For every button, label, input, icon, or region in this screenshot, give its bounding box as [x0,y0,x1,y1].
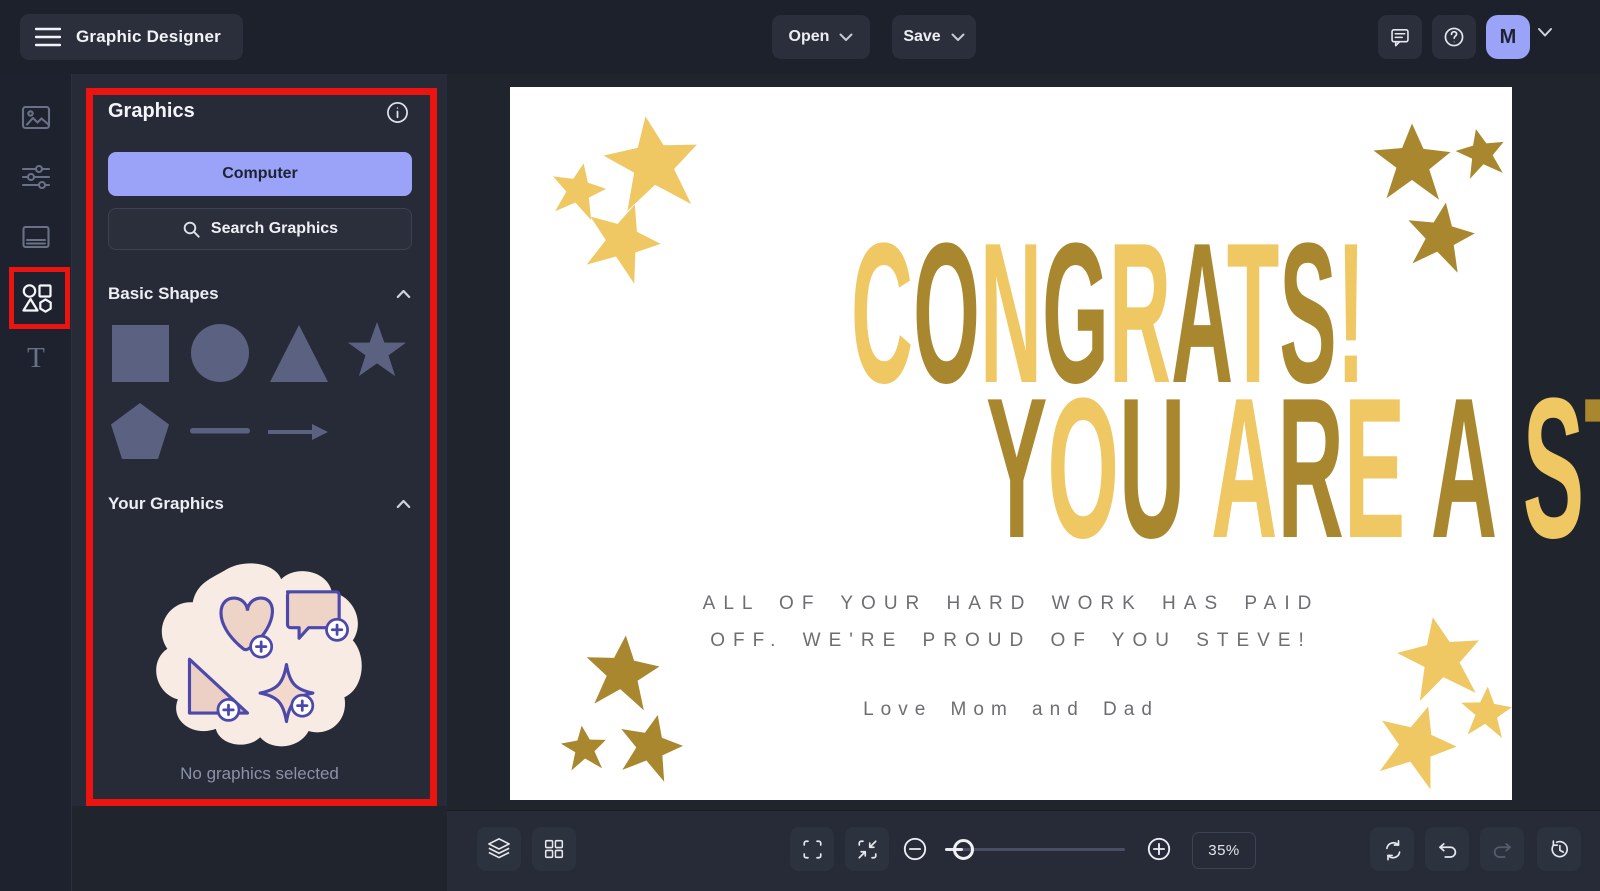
star-graphic[interactable] [1450,122,1512,184]
avatar-initial: M [1500,26,1517,49]
zoom-in-button[interactable] [1145,835,1173,863]
history-button[interactable] [1537,827,1581,871]
open-button[interactable]: Open [772,15,870,59]
body-text[interactable]: ALL OF YOUR HARD WORK HAS PAID OFF. WE'R… [510,585,1512,659]
feedback-button[interactable] [1378,15,1422,59]
fit-screen-icon [854,836,881,863]
headline-line2[interactable]: YOU ARE A STAR! [510,369,1512,569]
zoom-out-icon [902,836,928,862]
shape-pentagon[interactable] [108,401,172,463]
layers-icon [485,835,513,863]
computer-button-label: Computer [222,165,298,183]
undo-icon [1434,836,1461,863]
sidebar-item-text[interactable]: T [18,339,54,375]
grid-icon [541,836,567,862]
zoom-level-display[interactable]: 35% [1192,832,1256,869]
star-graphic[interactable] [558,722,611,775]
text-icon: T [18,339,54,375]
sidebar-item-adjust[interactable] [18,159,54,195]
app-brand: Graphic Designer [20,14,243,60]
save-button[interactable]: Save [892,15,976,59]
tool-rail: T [0,74,72,891]
undo-button[interactable] [1425,827,1469,871]
chevron-up-icon [396,499,411,509]
sidebar-item-shapes[interactable] [18,280,54,316]
chevron-down-icon [839,33,853,42]
refresh-button[interactable] [1370,827,1414,871]
account-chevron-down-icon[interactable] [1537,27,1553,38]
history-icon [1546,836,1573,863]
image-icon [18,99,54,135]
avatar[interactable]: M [1486,15,1530,59]
open-button-label: Open [789,28,830,46]
shapes-icon [18,280,54,316]
body-text-line1: ALL OF YOUR HARD WORK HAS PAID [510,585,1512,622]
empty-graphics-text: No graphics selected [72,764,447,784]
panel-title: Graphics [108,100,195,123]
sliders-icon [18,159,54,195]
zoom-out-button[interactable] [901,835,929,863]
shape-line[interactable] [190,428,250,434]
basic-shapes-title: Basic Shapes [108,284,219,304]
empty-graphics-illustration [138,556,378,751]
redo-button[interactable] [1480,827,1524,871]
shape-arrow[interactable] [268,422,328,442]
redo-icon [1489,836,1516,863]
chevron-down-icon [951,33,965,42]
search-graphics-label: Search Graphics [211,220,338,238]
search-icon [182,220,201,239]
your-graphics-title: Your Graphics [108,494,224,514]
signature-text[interactable]: Love Mom and Dad [510,699,1512,721]
help-button[interactable] [1432,15,1476,59]
design-canvas[interactable]: CONGRATS! YOU ARE A STAR! ALL OF YOUR HA… [510,87,1512,800]
zoom-slider-knob[interactable] [953,839,974,860]
top-bar: Graphic Designer Open Save M [0,0,1600,74]
computer-button[interactable]: Computer [108,152,412,196]
save-button-label: Save [903,28,940,46]
shape-star[interactable] [345,320,409,384]
menu-icon[interactable] [34,23,62,51]
layout-icon [18,219,54,255]
svg-text:T: T [27,342,45,374]
refresh-icon [1379,836,1406,863]
canvas-toolbar: 35% [447,810,1600,891]
info-icon[interactable] [386,101,409,124]
sidebar-item-images[interactable] [18,99,54,135]
layers-button[interactable] [477,827,521,871]
basic-shapes-header[interactable]: Basic Shapes [108,283,411,305]
star-graphic[interactable] [1371,121,1453,203]
your-graphics-header[interactable]: Your Graphics [108,493,411,515]
fullscreen-button[interactable] [790,827,834,871]
help-icon [1440,23,1468,51]
fit-to-screen-button[interactable] [845,827,889,871]
zoom-slider[interactable] [945,848,1125,851]
chevron-up-icon [396,289,411,299]
sidebar-item-layout[interactable] [18,219,54,255]
app-title: Graphic Designer [76,27,221,47]
search-graphics-button[interactable]: Search Graphics [108,208,412,250]
zoom-in-icon [1146,836,1172,862]
comment-icon [1387,24,1413,50]
canvas-stage: CONGRATS! YOU ARE A STAR! ALL OF YOUR HA… [447,74,1600,810]
shape-triangle[interactable] [270,325,328,382]
fullscreen-icon [799,836,826,863]
shape-square[interactable] [112,325,169,382]
grid-button[interactable] [532,827,576,871]
zoom-level-value: 35% [1208,842,1240,859]
shape-circle[interactable] [191,324,249,382]
body-text-line2: OFF. WE'RE PROUD OF YOU STEVE! [510,622,1512,659]
graphics-panel: Graphics Computer Search Graphics Basic … [72,74,447,806]
